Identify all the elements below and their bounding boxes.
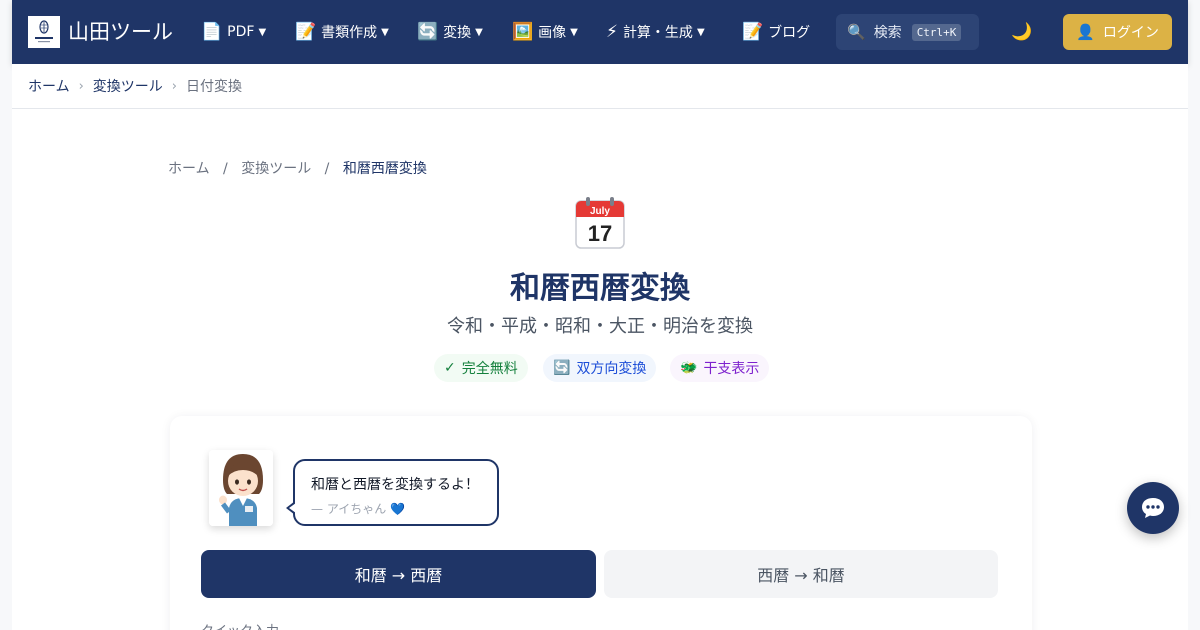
chevron-down-icon: ▼ (381, 26, 389, 38)
breadcrumb-page: ホーム / 変換ツール / 和暦西暦変換 (168, 158, 427, 178)
mascot-speech-bubble: 和暦と西暦を変換するよ！ — アイちゃん 💙 (286, 459, 499, 526)
chat-button[interactable] (1127, 482, 1179, 534)
top-navigation-bar: 山田ツール 📄 PDF ▼ 📝 書類作成 ▼ 🔄 変換 ▼ 🖼️ 画像 ▼ ⚡ … (12, 0, 1188, 64)
nav-documents-menu[interactable]: 📝 書類作成 ▼ (295, 20, 389, 44)
badge-bidirectional: 🔄 双方向変換 (543, 354, 657, 382)
nav-convert-label: 変換 (443, 25, 472, 41)
breadcrumb-separator: / (324, 161, 330, 177)
breadcrumb-current: 和暦西暦変換 (342, 161, 427, 177)
calendar-icon: July 17 (575, 197, 625, 249)
lightning-icon: ⚡ (606, 21, 618, 42)
refresh-icon: 🔄 (553, 360, 571, 376)
badge-eto-label: 干支表示 (703, 361, 760, 377)
login-label: ログイン (1102, 25, 1159, 41)
badge-free: ✓ 完全無料 (434, 354, 528, 382)
badge-free-label: 完全無料 (461, 361, 518, 377)
image-icon: 🖼️ (512, 21, 534, 42)
chevron-down-icon: ▼ (696, 26, 705, 38)
breadcrumb-home-link[interactable]: ホーム (168, 161, 210, 177)
breadcrumb-top: ホーム › 変換ツール › 日付変換 (12, 64, 1188, 109)
badge-bidirectional-label: 双方向変換 (576, 361, 647, 377)
nav-documents-label: 書類作成 (321, 25, 378, 41)
nav-pdf-label: PDF (227, 24, 255, 40)
dragon-icon: 🐲 (680, 360, 698, 376)
login-button[interactable]: 👤 ログイン (1063, 14, 1172, 50)
theme-toggle-button[interactable]: 🌙 (1011, 21, 1032, 43)
chat-bubble-icon (1142, 498, 1164, 518)
badge-eto: 🐲 干支表示 (670, 354, 770, 382)
chevron-down-icon: ▼ (475, 26, 483, 38)
refresh-icon: 🔄 (417, 21, 439, 42)
breadcrumb-current: 日付変換 (186, 79, 242, 95)
calendar-day: 17 (588, 221, 612, 246)
nav-calc-label: 計算・生成 (622, 25, 693, 41)
mode-wareki-to-seireki-button[interactable]: 和暦 → 西暦 (201, 550, 596, 598)
memo-icon: 📝 (742, 21, 764, 42)
search-label: 検索 (873, 25, 902, 41)
search-icon: 🔍 (847, 23, 866, 41)
breadcrumb-convert-link[interactable]: 変換ツール (93, 76, 163, 96)
user-icon: 👤 (1076, 23, 1095, 41)
nav-calc-menu[interactable]: ⚡ 計算・生成 ▼ (606, 20, 705, 44)
chevron-down-icon: ▼ (570, 26, 578, 38)
speech-signature: — アイちゃん 💙 (311, 502, 405, 516)
search-button[interactable]: 🔍 検索 Ctrl+K (836, 14, 979, 50)
document-icon: 📄 (201, 21, 223, 42)
breadcrumb-separator: / (223, 161, 228, 177)
breadcrumb-separator: › (171, 78, 177, 94)
nav-blog-link[interactable]: 📝 ブログ (742, 20, 810, 44)
page-subtitle: 令和・平成・昭和・大正・明治を変換 (447, 316, 753, 337)
site-logo[interactable] (28, 16, 60, 48)
mascot-avatar (209, 450, 273, 526)
quick-input-label: クイック入力 (201, 620, 279, 630)
breadcrumb-home-link[interactable]: ホーム (28, 76, 70, 96)
mode-seireki-to-wareki-button[interactable]: 西暦 → 和暦 (604, 550, 998, 598)
nav-image-label: 画像 (538, 25, 567, 41)
site-brand-name[interactable]: 山田ツール (68, 18, 173, 46)
nav-image-menu[interactable]: 🖼️ 画像 ▼ (512, 20, 578, 44)
page-title: 和暦西暦変換 (510, 271, 690, 306)
breadcrumb-separator: › (78, 78, 84, 94)
nav-blog-label: ブログ (768, 25, 811, 41)
moon-icon: 🌙 (1011, 22, 1033, 42)
breadcrumb-convert-link[interactable]: 変換ツール (241, 161, 311, 177)
nav-pdf-menu[interactable]: 📄 PDF ▼ (201, 20, 266, 44)
calendar-month: July (590, 206, 610, 217)
chevron-down-icon: ▼ (258, 26, 267, 38)
speech-text: 和暦と西暦を変換するよ！ (311, 477, 479, 493)
check-icon: ✓ (444, 360, 456, 376)
nav-convert-menu[interactable]: 🔄 変換 ▼ (417, 20, 483, 44)
memo-icon: 📝 (295, 21, 317, 42)
keyboard-shortcut-hint: Ctrl+K (911, 23, 962, 41)
